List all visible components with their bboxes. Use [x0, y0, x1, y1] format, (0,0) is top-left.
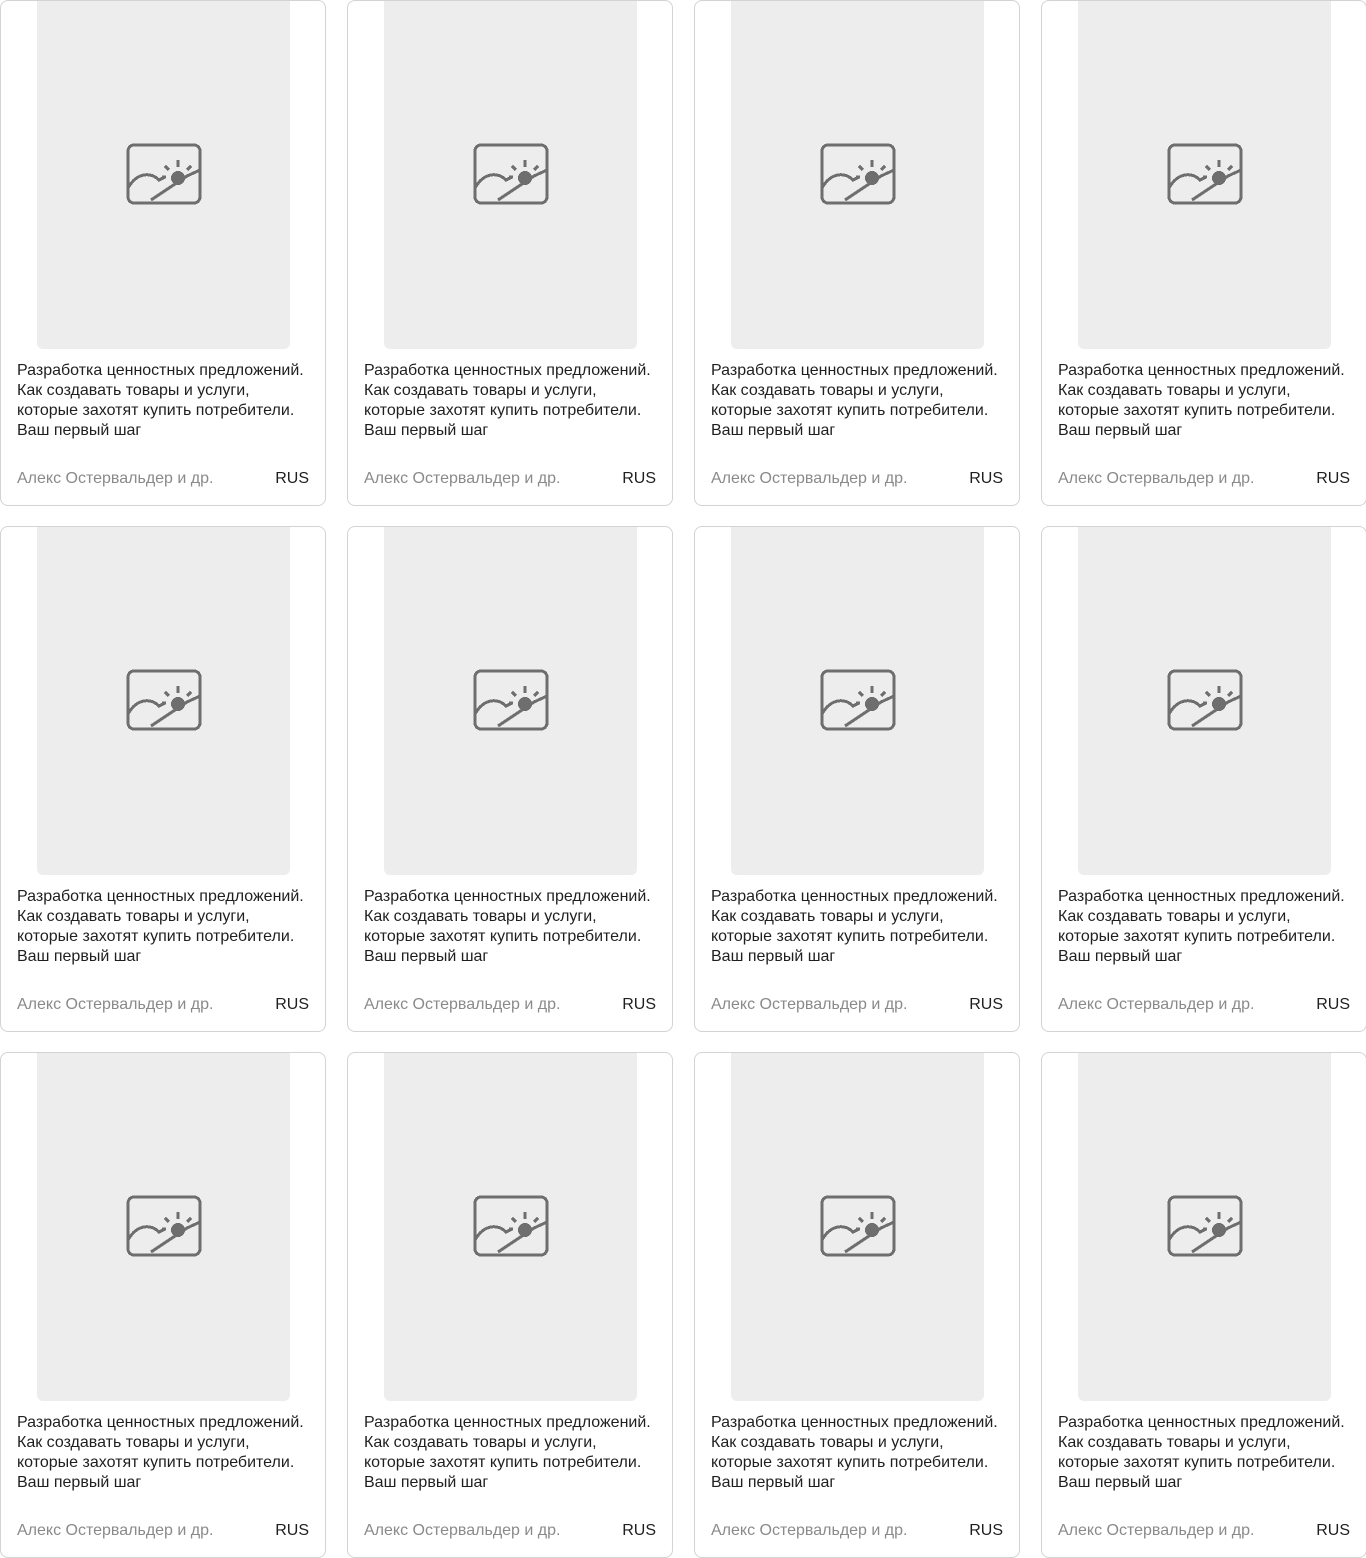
image-placeholder-icon [1167, 143, 1242, 205]
book-card[interactable]: Разработка ценностных предложений. Как с… [0, 526, 326, 1032]
book-language: RUS [969, 1522, 1003, 1539]
book-card[interactable]: Разработка ценностных предложений. Как с… [694, 1052, 1020, 1558]
book-cover [731, 1, 984, 349]
book-language: RUS [275, 1522, 309, 1539]
book-cover [384, 1053, 637, 1401]
book-card[interactable]: Разработка ценностных предложений. Как с… [694, 0, 1020, 506]
book-meta: Алекс Остервальдер и др. RUS [17, 1521, 309, 1541]
book-language: RUS [1316, 470, 1350, 487]
book-title[interactable]: Разработка ценностных предложений. Как с… [364, 361, 660, 441]
image-placeholder-icon [1167, 669, 1242, 731]
book-title[interactable]: Разработка ценностных предложений. Как с… [17, 361, 313, 441]
book-cover [1078, 1053, 1331, 1401]
image-placeholder-icon [473, 1195, 548, 1257]
book-meta: Алекс Остервальдер и др. RUS [17, 469, 309, 489]
book-title[interactable]: Разработка ценностных предложений. Как с… [711, 1413, 1007, 1493]
book-author: Алекс Остервальдер и др. [1058, 996, 1255, 1013]
book-card[interactable]: Разработка ценностных предложений. Как с… [0, 1052, 326, 1558]
book-meta: Алекс Остервальдер и др. RUS [711, 469, 1003, 489]
book-cover [37, 527, 290, 875]
book-meta: Алекс Остервальдер и др. RUS [711, 1521, 1003, 1541]
book-title[interactable]: Разработка ценностных предложений. Как с… [1058, 361, 1354, 441]
image-placeholder-icon [126, 1195, 201, 1257]
book-cover [384, 527, 637, 875]
book-card[interactable]: Разработка ценностных предложений. Как с… [347, 526, 673, 1032]
image-placeholder-icon [473, 669, 548, 731]
book-title[interactable]: Разработка ценностных предложений. Как с… [17, 887, 313, 967]
book-language: RUS [1316, 996, 1350, 1013]
image-placeholder-icon [126, 143, 201, 205]
book-cover [37, 1053, 290, 1401]
book-meta: Алекс Остервальдер и др. RUS [1058, 995, 1350, 1015]
book-author: Алекс Остервальдер и др. [711, 470, 908, 487]
book-meta: Алекс Остервальдер и др. RUS [711, 995, 1003, 1015]
book-author: Алекс Остервальдер и др. [1058, 1522, 1255, 1539]
book-language: RUS [622, 1522, 656, 1539]
book-title[interactable]: Разработка ценностных предложений. Как с… [1058, 1413, 1354, 1493]
image-placeholder-icon [1167, 1195, 1242, 1257]
book-title[interactable]: Разработка ценностных предложений. Как с… [1058, 887, 1354, 967]
book-cover [37, 1, 290, 349]
book-language: RUS [1316, 1522, 1350, 1539]
book-meta: Алекс Остервальдер и др. RUS [364, 995, 656, 1015]
book-card[interactable]: Разработка ценностных предложений. Как с… [1041, 0, 1366, 506]
book-title[interactable]: Разработка ценностных предложений. Как с… [364, 887, 660, 967]
image-placeholder-icon [473, 143, 548, 205]
image-placeholder-icon [820, 143, 895, 205]
book-cover [731, 527, 984, 875]
book-author: Алекс Остервальдер и др. [17, 470, 214, 487]
book-author: Алекс Остервальдер и др. [17, 996, 214, 1013]
book-language: RUS [969, 996, 1003, 1013]
image-placeholder-icon [820, 669, 895, 731]
book-card[interactable]: Разработка ценностных предложений. Как с… [1041, 526, 1366, 1032]
book-cover [1078, 527, 1331, 875]
book-language: RUS [969, 470, 1003, 487]
book-cover [1078, 1, 1331, 349]
image-placeholder-icon [820, 1195, 895, 1257]
book-title[interactable]: Разработка ценностных предложений. Как с… [17, 1413, 313, 1493]
book-title[interactable]: Разработка ценностных предложений. Как с… [711, 887, 1007, 967]
book-meta: Алекс Остервальдер и др. RUS [364, 1521, 656, 1541]
book-meta: Алекс Остервальдер и др. RUS [1058, 469, 1350, 489]
book-author: Алекс Остервальдер и др. [17, 1522, 214, 1539]
book-cover [384, 1, 637, 349]
book-title[interactable]: Разработка ценностных предложений. Как с… [711, 361, 1007, 441]
book-author: Алекс Остервальдер и др. [711, 1522, 908, 1539]
book-card[interactable]: Разработка ценностных предложений. Как с… [347, 1052, 673, 1558]
book-card[interactable]: Разработка ценностных предложений. Как с… [1041, 1052, 1366, 1558]
book-language: RUS [275, 996, 309, 1013]
book-cover [731, 1053, 984, 1401]
book-language: RUS [275, 470, 309, 487]
book-title[interactable]: Разработка ценностных предложений. Как с… [364, 1413, 660, 1493]
book-author: Алекс Остервальдер и др. [711, 996, 908, 1013]
book-author: Алекс Остервальдер и др. [364, 996, 561, 1013]
book-meta: Алекс Остервальдер и др. RUS [17, 995, 309, 1015]
book-card[interactable]: Разработка ценностных предложений. Как с… [347, 0, 673, 506]
book-meta: Алекс Остервальдер и др. RUS [364, 469, 656, 489]
book-author: Алекс Остервальдер и др. [364, 470, 561, 487]
image-placeholder-icon [126, 669, 201, 731]
book-card[interactable]: Разработка ценностных предложений. Как с… [0, 0, 326, 506]
book-card[interactable]: Разработка ценностных предложений. Как с… [694, 526, 1020, 1032]
book-author: Алекс Остервальдер и др. [1058, 470, 1255, 487]
book-grid: Разработка ценностных предложений. Как с… [0, 0, 1366, 1558]
book-author: Алекс Остервальдер и др. [364, 1522, 561, 1539]
book-language: RUS [622, 996, 656, 1013]
book-language: RUS [622, 470, 656, 487]
book-meta: Алекс Остервальдер и др. RUS [1058, 1521, 1350, 1541]
